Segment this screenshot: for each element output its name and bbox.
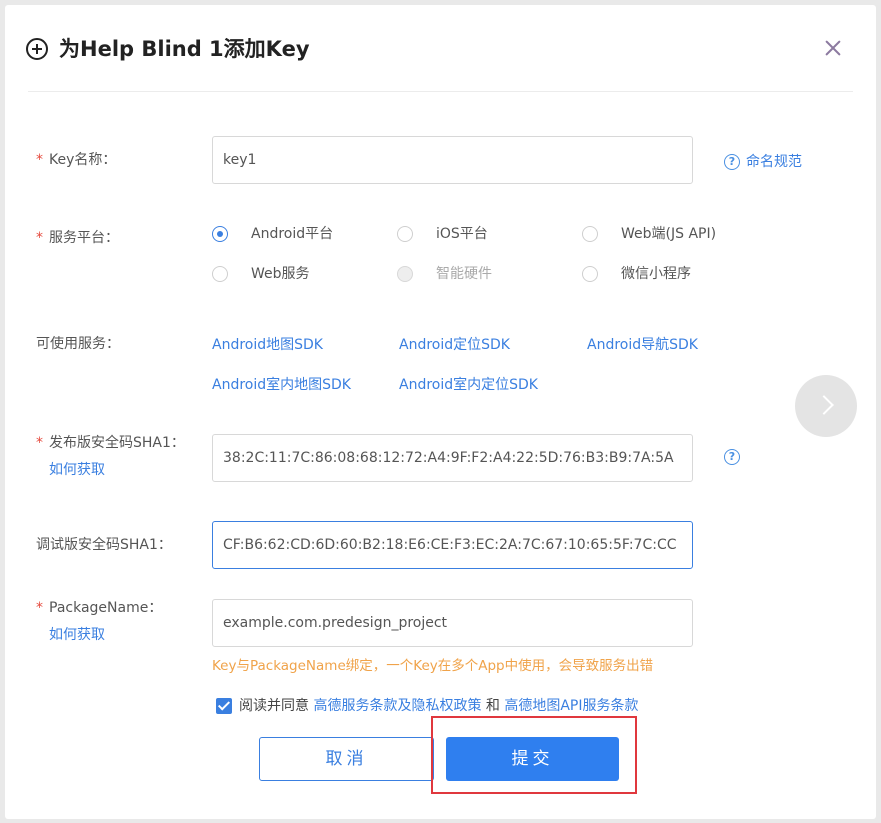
naming-rules-link[interactable]: 命名规范 xyxy=(746,152,802,172)
radio-smart-hardware-label: 智能硬件 xyxy=(436,266,492,282)
required-mark: * xyxy=(36,435,43,451)
dialog-title: 为Help Blind 1添加Key xyxy=(59,37,310,61)
radio-web-js[interactable] xyxy=(582,226,598,242)
release-sha1-label-text: 发布版安全码SHA1： xyxy=(49,435,185,451)
add-circle-icon xyxy=(26,38,48,60)
agreement-prefix: 阅读并同意 xyxy=(239,698,309,714)
help-icon[interactable]: ? xyxy=(724,449,740,465)
agree-checkbox[interactable] xyxy=(216,698,232,714)
debug-sha1-input[interactable]: CF:B6:62:CD:6D:60:B2:18:E6:CE:F3:EC:2A:7… xyxy=(212,521,693,569)
radio-web-js-label[interactable]: Web端(JS API) xyxy=(621,224,716,244)
close-icon[interactable] xyxy=(817,33,847,63)
key-name-input[interactable]: key1 xyxy=(212,136,693,184)
radio-wechat-miniprogram[interactable] xyxy=(582,266,598,282)
radio-smart-hardware xyxy=(397,266,413,282)
add-key-dialog: 为Help Blind 1添加Key * Key名称： key1 ? 命名规范 *… xyxy=(5,5,876,819)
header-divider xyxy=(28,91,853,92)
release-sha1-how-link[interactable]: 如何获取 xyxy=(49,460,105,480)
radio-ios-label[interactable]: iOS平台 xyxy=(436,224,488,244)
required-mark: * xyxy=(36,152,43,168)
package-name-label-text: PackageName： xyxy=(49,600,163,616)
package-name-how-link[interactable]: 如何获取 xyxy=(49,625,105,645)
platform-label-text: 服务平台： xyxy=(49,230,119,246)
services-label: 可使用服务： xyxy=(36,336,120,352)
package-name-input[interactable]: example.com.predesign_project xyxy=(212,599,693,647)
service-item: Android导航SDK xyxy=(587,337,698,353)
submit-highlight-box xyxy=(431,716,637,794)
radio-ios[interactable] xyxy=(397,226,413,242)
radio-android-label[interactable]: Android平台 xyxy=(251,224,333,244)
privacy-policy-link[interactable]: 高德服务条款及隐私权政策 xyxy=(313,698,481,714)
key-name-label-text: Key名称： xyxy=(49,152,117,168)
service-item: Android定位SDK xyxy=(399,337,510,353)
radio-web-service[interactable] xyxy=(212,266,228,282)
package-name-warning: Key与PackageName绑定，一个Key在多个App中使用，会导致服务出错 xyxy=(212,658,654,674)
agreement-conjunction: 和 xyxy=(485,698,500,714)
package-name-label: * PackageName： xyxy=(36,598,162,618)
release-sha1-input[interactable]: 38:2C:11:7C:86:08:68:12:72:A4:9F:F2:A4:2… xyxy=(212,434,693,482)
cancel-button[interactable]: 取消 xyxy=(259,737,434,781)
radio-wechat-miniprogram-label[interactable]: 微信小程序 xyxy=(621,264,691,284)
service-item: Android地图SDK xyxy=(212,337,323,353)
service-item: Android室内定位SDK xyxy=(399,377,538,393)
radio-android[interactable] xyxy=(212,226,228,242)
api-terms-link[interactable]: 高德地图API服务条款 xyxy=(504,698,638,714)
required-mark: * xyxy=(36,600,43,616)
debug-sha1-label: 调试版安全码SHA1： xyxy=(36,537,172,553)
service-item: Android室内地图SDK xyxy=(212,377,351,393)
next-arrow-icon[interactable] xyxy=(795,375,857,437)
agreement-text: 阅读并同意 高德服务条款及隐私权政策 和 高德地图API服务条款 xyxy=(239,696,639,716)
radio-web-service-label[interactable]: Web服务 xyxy=(251,264,310,284)
required-mark: * xyxy=(36,230,43,246)
key-name-label: * Key名称： xyxy=(36,150,116,170)
help-icon[interactable]: ? xyxy=(724,154,740,170)
platform-label: * 服务平台： xyxy=(36,228,119,248)
release-sha1-label: * 发布版安全码SHA1： xyxy=(36,433,185,453)
